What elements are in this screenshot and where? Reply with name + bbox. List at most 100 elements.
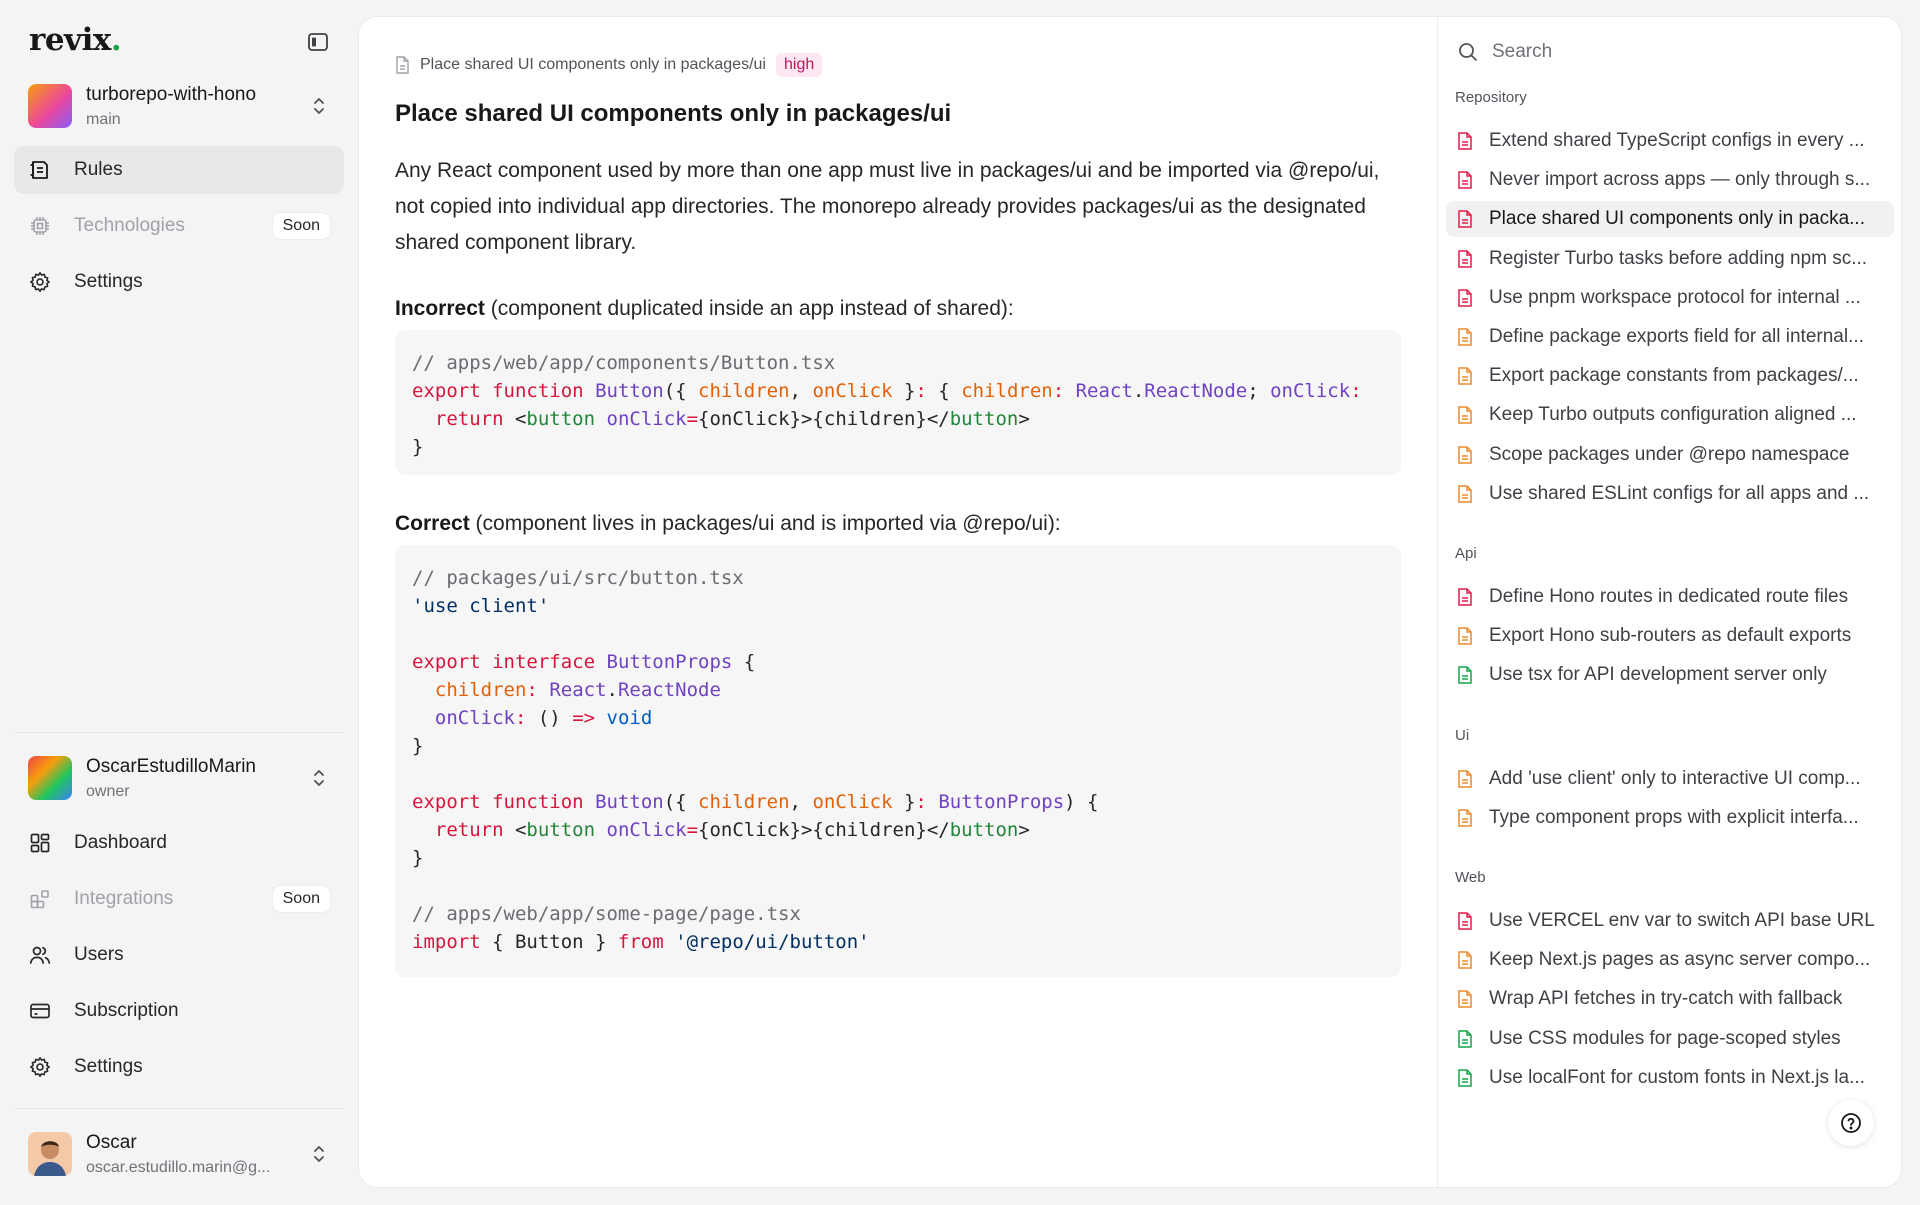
- rule-document-icon: [1458, 1029, 1472, 1048]
- outline-rule-item[interactable]: Scope packages under @repo namespace: [1446, 437, 1894, 473]
- outline-rule-item[interactable]: Use localFont for custom fonts in Next.j…: [1446, 1060, 1894, 1096]
- code-line: ​: [412, 760, 1384, 788]
- correct-code-block: // packages/ui/src/button.tsx 'use client…: [395, 545, 1401, 977]
- rule-document-icon: [1458, 990, 1472, 1009]
- sidebar-item-dashboard[interactable]: Dashboard: [14, 819, 344, 867]
- outline-rule-title: Use tsx for API development server only: [1489, 664, 1827, 686]
- sidebar-item-subscription[interactable]: Subscription: [14, 987, 344, 1035]
- outline-rule-title: Type component props with explicit inter…: [1489, 806, 1859, 828]
- code-line: // apps/web/app/components/Button.tsx: [412, 352, 836, 374]
- rule-document-icon: [1458, 809, 1472, 827]
- outline-rule-title: Define package exports field for all int…: [1489, 326, 1864, 347]
- rule-document-icon: [1458, 666, 1472, 685]
- outline-rule-item[interactable]: Never import across apps — only through …: [1446, 162, 1894, 198]
- chevron-up-down-icon: [314, 770, 324, 786]
- dashboard-icon: [28, 831, 52, 855]
- outline-rule-item[interactable]: Use shared ESLint configs for all apps a…: [1446, 476, 1894, 512]
- outline-rule-title: Keep Turbo outputs configuration aligned…: [1489, 404, 1857, 426]
- sidebar-item-settings[interactable]: Settings: [14, 258, 344, 306]
- outline-rule-title: Export package constants from packages/.…: [1489, 365, 1859, 387]
- code-line: }: [412, 436, 424, 458]
- logo: revix.: [29, 22, 122, 58]
- outline-rule-title: Export Hono sub-routers as default expor…: [1489, 625, 1852, 647]
- outline-rule-item[interactable]: Type component props with explicit inter…: [1446, 800, 1894, 836]
- breadcrumb: Place shared UI components only in packa…: [395, 53, 823, 77]
- sidebar-divider: [14, 732, 344, 733]
- outline-rule-item[interactable]: Define package exports field for all int…: [1446, 319, 1894, 355]
- sidebar-item-settings[interactable]: Settings: [14, 1043, 344, 1091]
- rule-document-icon: [1458, 627, 1472, 645]
- rule-document-icon: [1458, 445, 1472, 464]
- sidebar-item-label: Settings: [74, 271, 143, 292]
- outline-rule-item[interactable]: Keep Turbo outputs configuration aligned…: [1446, 397, 1894, 433]
- chip-icon: [28, 214, 52, 238]
- document-icon: [396, 56, 409, 74]
- outline-rule-item[interactable]: Register Turbo tasks before adding npm s…: [1446, 241, 1894, 277]
- outline-group-label: Web: [1455, 869, 1486, 886]
- outline-rule-item[interactable]: Extend shared TypeScript configs in ever…: [1446, 123, 1894, 159]
- outline-rule-item[interactable]: Use VERCEL env var to switch API base UR…: [1446, 903, 1894, 939]
- outline-rule-item[interactable]: Export Hono sub-routers as default expor…: [1446, 618, 1894, 654]
- rule-document-icon: [1458, 912, 1472, 930]
- outline-rule-item[interactable]: Export package constants from packages/.…: [1446, 358, 1894, 394]
- outline-group-label: Api: [1455, 545, 1477, 562]
- search-icon: [1459, 43, 1477, 61]
- sidebar-item-integrations: Integrations Soon: [14, 875, 344, 923]
- rule-document-icon: [1458, 249, 1472, 268]
- outline-rule-title: Use shared ESLint configs for all apps a…: [1489, 482, 1870, 504]
- outline-rule-item[interactable]: Use tsx for API development server only: [1446, 657, 1894, 693]
- sidebar-divider: [14, 1108, 344, 1109]
- outline-rule-item[interactable]: Add 'use client' only to interactive UI …: [1446, 761, 1894, 797]
- outline-rule-item[interactable]: Place shared UI components only in packa…: [1446, 201, 1894, 238]
- org-switcher[interactable]: OscarEstudilloMarin owner: [14, 746, 344, 810]
- sidebar-toggle-icon: [308, 33, 328, 51]
- outline-rule-item[interactable]: Use CSS modules for page-scoped styles: [1446, 1021, 1894, 1057]
- rule-document-icon: [1458, 289, 1472, 307]
- org-role: owner: [86, 782, 130, 800]
- outline-rule-item[interactable]: Use pnpm workspace protocol for internal…: [1446, 280, 1894, 316]
- outline-rule-title: Place shared UI components only in packa…: [1489, 208, 1865, 230]
- sidebar-item-users[interactable]: Users: [14, 931, 344, 979]
- code-line: }: [412, 847, 424, 869]
- code-line: import { Button } from '@repo/ui/button': [412, 931, 870, 953]
- code-line: return <button onClick={onClick}>{childr…: [434, 819, 1030, 841]
- outline-rule-title: Wrap API fetches in try-catch with fallb…: [1489, 988, 1843, 1010]
- help-button[interactable]: [1828, 1100, 1874, 1146]
- outline-rule-title: Define Hono routes in dedicated route fi…: [1489, 586, 1849, 607]
- outline-rule-item[interactable]: Keep Next.js pages as async server compo…: [1446, 942, 1894, 978]
- user-avatar: [28, 1132, 72, 1176]
- integrations-icon: [28, 887, 52, 911]
- rule-document-icon: [1458, 485, 1472, 503]
- incorrect-heading: Incorrect (component duplicated inside a…: [395, 297, 1014, 320]
- correct-heading: Correct (component lives in packages/ui …: [395, 512, 1061, 535]
- soon-badge: Soon: [272, 886, 330, 912]
- sidebar: revix. turborepo-with-hono main Rules Tec…: [0, 0, 358, 1205]
- sidebar-item-label: Subscription: [74, 1000, 179, 1021]
- outline-rule-item[interactable]: Wrap API fetches in try-catch with fallb…: [1446, 981, 1894, 1017]
- user-menu[interactable]: Oscar oscar.estudillo.marin@g...: [14, 1122, 344, 1186]
- rule-description: Any React component used by more than on…: [395, 159, 1380, 254]
- code-line: export interface ButtonProps {: [412, 651, 756, 673]
- search-input[interactable]: [1492, 41, 1872, 63]
- rule-document-icon: [1458, 406, 1472, 425]
- sidebar-item-rules[interactable]: Rules: [14, 146, 344, 194]
- project-switcher[interactable]: turborepo-with-hono main: [14, 74, 344, 138]
- collapse-sidebar-button[interactable]: [306, 31, 330, 53]
- rule-document-icon: [1458, 367, 1472, 385]
- incorrect-code-block: // apps/web/app/components/Button.tsx exp…: [395, 330, 1401, 475]
- user-email: oscar.estudillo.marin@g...: [86, 1158, 271, 1176]
- code-line: return <button onClick={onClick}>{childr…: [434, 408, 1030, 430]
- code-line: 'use client': [412, 595, 550, 617]
- rule-document-icon: [1458, 588, 1472, 606]
- sidebar-item-label: Technologies: [74, 215, 185, 236]
- code-line: }: [412, 735, 424, 757]
- outline-rule-title: Use CSS modules for page-scoped styles: [1489, 1027, 1841, 1049]
- project-branch: main: [86, 110, 121, 128]
- rule-document-icon: [1458, 1069, 1472, 1087]
- rule-document-icon: [1458, 132, 1472, 150]
- code-line: export function Button({ children, onCli…: [412, 791, 1099, 813]
- outline-rule-title: Never import across apps — only through …: [1489, 169, 1871, 191]
- rule-document-icon: [1458, 210, 1472, 229]
- severity-badge: high: [775, 53, 823, 77]
- outline-rule-item[interactable]: Define Hono routes in dedicated route fi…: [1446, 579, 1894, 615]
